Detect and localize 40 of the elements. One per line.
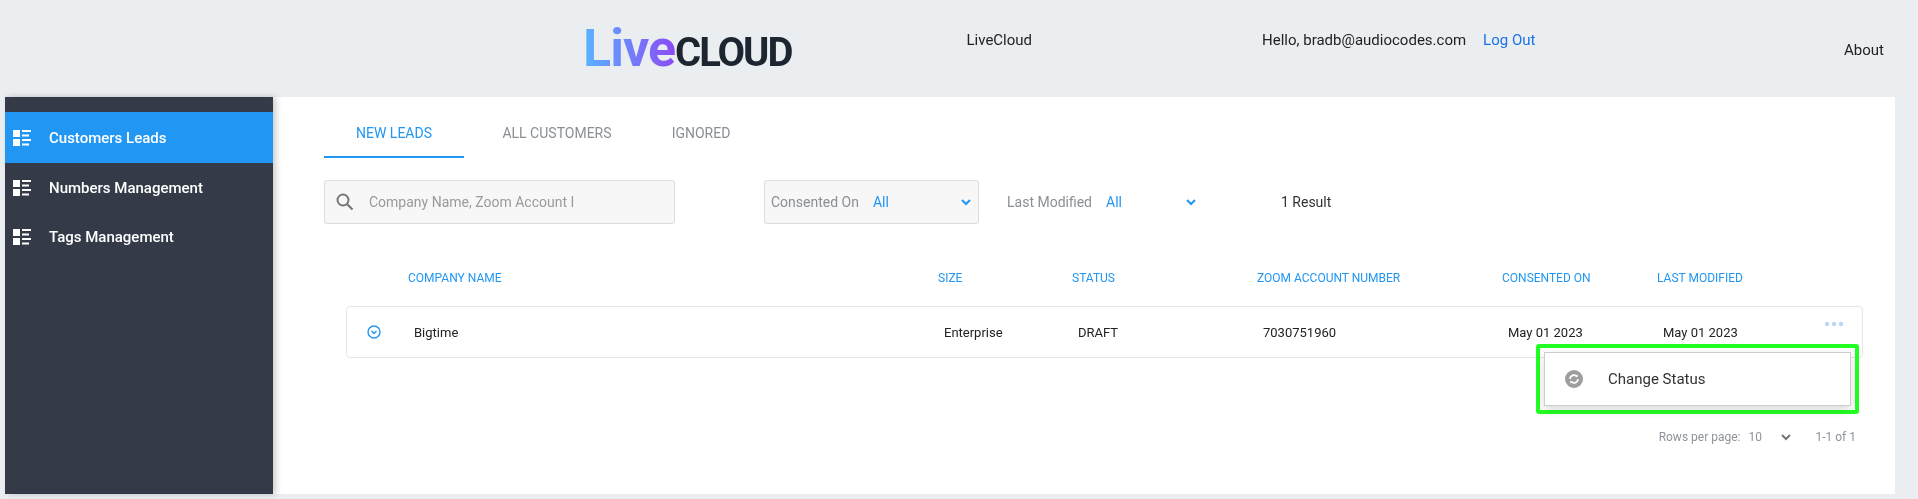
app-name: LiveCloud [966,30,1033,49]
sidebar-item[interactable]: Tags Management [5,212,273,261]
list-view-icon [13,228,31,245]
table-cell-text: Bigtime [414,324,460,340]
refresh-icon [1565,370,1583,388]
consented-on-dropdown[interactable]: Consented On All [764,180,979,224]
column-header[interactable]: STATUS [1072,271,1257,285]
column-header[interactable]: LAST MODIFIED [1657,271,1797,285]
column-header[interactable]: CONSENTED ON [1502,271,1657,285]
search-field[interactable]: Company Name, Zoom Account I [324,180,675,224]
chevron-down-icon [1185,198,1197,206]
column-header[interactable]: ZOOM ACCOUNT NUMBER [1257,271,1502,285]
sidebar-item[interactable]: Customers Leads [5,112,273,163]
chevron-down-icon [1779,433,1792,441]
table-cell-text: May 01 2023 [1663,324,1739,340]
rows-per-page-dropdown[interactable]: 10 [1748,430,1804,444]
tab[interactable]: IGNORED [646,117,756,158]
greeting-text: Hello, bradb@audiocodes.com [1262,30,1467,49]
column-header[interactable]: SIZE [938,271,1072,285]
table-cell-text: 7030751960 [1263,324,1338,340]
table-cell-text: Enterprise [944,324,1004,340]
logo: LiveCLOUD [583,20,792,77]
chevron-down-icon [960,198,972,206]
menu-item[interactable]: Change Status [1545,370,1706,388]
result-count: 1 Result [1281,194,1332,210]
expand-icon[interactable] [367,325,381,339]
rows-per-page-label: Rows per page: [1658,430,1741,444]
table-cell-text: May 01 2023 [1508,324,1584,340]
tab[interactable]: NEW LEADS [324,117,464,158]
page-range: 1-1 of 1 [1815,430,1856,444]
tab[interactable]: ALL CUSTOMERS [472,117,642,158]
table-cell-text: DRAFT [1078,324,1120,340]
list-view-icon [13,179,31,196]
about-link[interactable]: About [1844,40,1884,59]
logout-link[interactable]: Log Out [1483,30,1536,49]
list-view-icon [13,129,31,146]
column-header[interactable]: COMPANY NAME [408,271,938,285]
last-modified-dropdown[interactable]: Last Modified All [1007,180,1197,224]
search-icon [336,193,354,211]
sidebar-item[interactable]: Numbers Management [5,163,273,212]
